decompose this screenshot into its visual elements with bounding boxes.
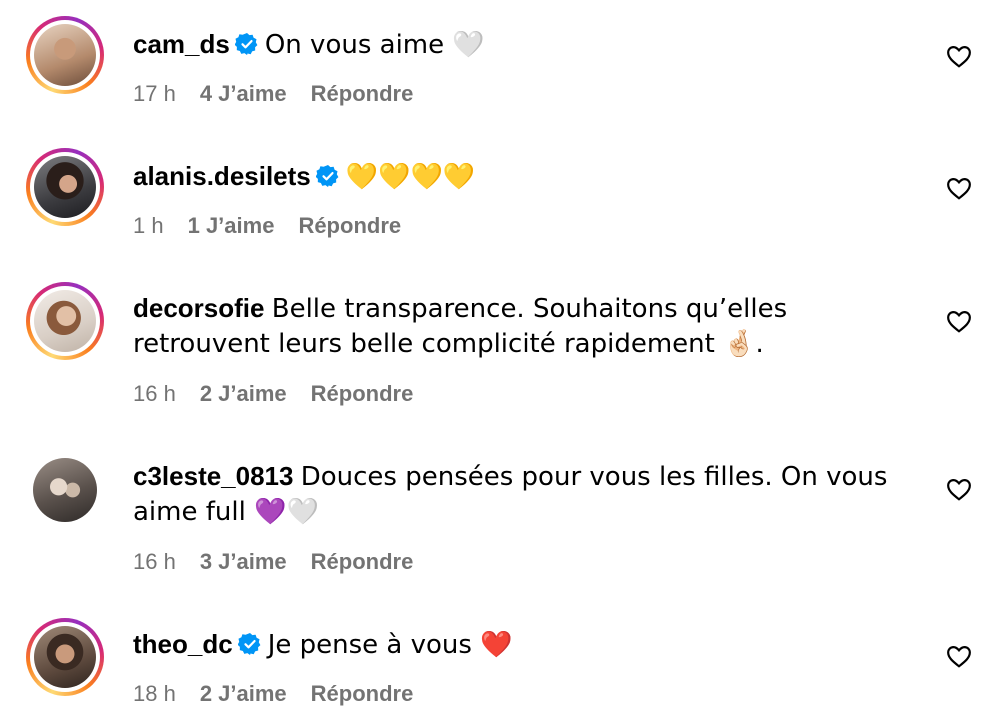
like-heart-icon[interactable] [946,309,972,333]
comment-body: cam_ds On vous aime 🤍 [133,27,923,62]
comment-meta: 17 h 4 J’aime Répondre [133,81,437,107]
comment-meta: 1 h 1 J’aime Répondre [133,213,425,239]
comment-body: decorsofie Belle transparence. Souhaiton… [133,291,923,361]
avatar[interactable] [26,618,104,696]
comment-time[interactable]: 17 h [133,81,176,106]
profile-photo [34,156,96,218]
comment-meta: 18 h 2 J’aime Répondre [133,681,437,707]
reply-button[interactable]: Répondre [311,549,414,574]
avatar[interactable] [26,16,104,94]
comment-time[interactable]: 18 h [133,681,176,706]
verified-badge-icon [237,633,261,655]
comment-body: alanis.desilets 💛💛💛💛 [133,159,923,194]
comment-text: 💛💛💛💛 [345,162,476,192]
comment-time[interactable]: 16 h [133,381,176,406]
comment-likes[interactable]: 2 J’aime [200,681,287,706]
comment-username[interactable]: cam_ds [133,29,230,59]
comment-username[interactable]: decorsofie [133,293,265,323]
comment-likes[interactable]: 1 J’aime [188,213,275,238]
profile-photo [34,24,96,86]
comment-meta: 16 h 2 J’aime Répondre [133,381,437,407]
like-heart-icon[interactable] [946,644,972,668]
like-heart-icon[interactable] [946,477,972,501]
verified-badge-icon [234,33,258,55]
comment-username[interactable]: theo_dc [133,629,233,659]
comment-likes[interactable]: 3 J’aime [200,549,287,574]
comment-likes[interactable]: 2 J’aime [200,381,287,406]
comment-likes[interactable]: 4 J’aime [200,81,287,106]
profile-photo [34,290,96,352]
comment-body: c3leste_0813 Douces pensées pour vous le… [133,459,923,529]
comment-username[interactable]: alanis.desilets [133,161,311,191]
avatar[interactable] [33,458,97,522]
avatar[interactable] [26,282,104,360]
comment-meta: 16 h 3 J’aime Répondre [133,549,437,575]
reply-button[interactable]: Répondre [311,381,414,406]
reply-button[interactable]: Répondre [311,681,414,706]
reply-button[interactable]: Répondre [311,81,414,106]
reply-button[interactable]: Répondre [298,213,401,238]
profile-photo [34,626,96,688]
comment-body: theo_dc Je pense à vous ❤️ [133,627,923,662]
comment-text: Je pense à vous ❤️ [267,630,513,660]
comment-time[interactable]: 16 h [133,549,176,574]
comment-time[interactable]: 1 h [133,213,164,238]
like-heart-icon[interactable] [946,176,972,200]
like-heart-icon[interactable] [946,44,972,68]
comment-text: On vous aime 🤍 [264,30,485,60]
verified-badge-icon [315,165,339,187]
comment-username[interactable]: c3leste_0813 [133,461,293,491]
avatar[interactable] [26,148,104,226]
